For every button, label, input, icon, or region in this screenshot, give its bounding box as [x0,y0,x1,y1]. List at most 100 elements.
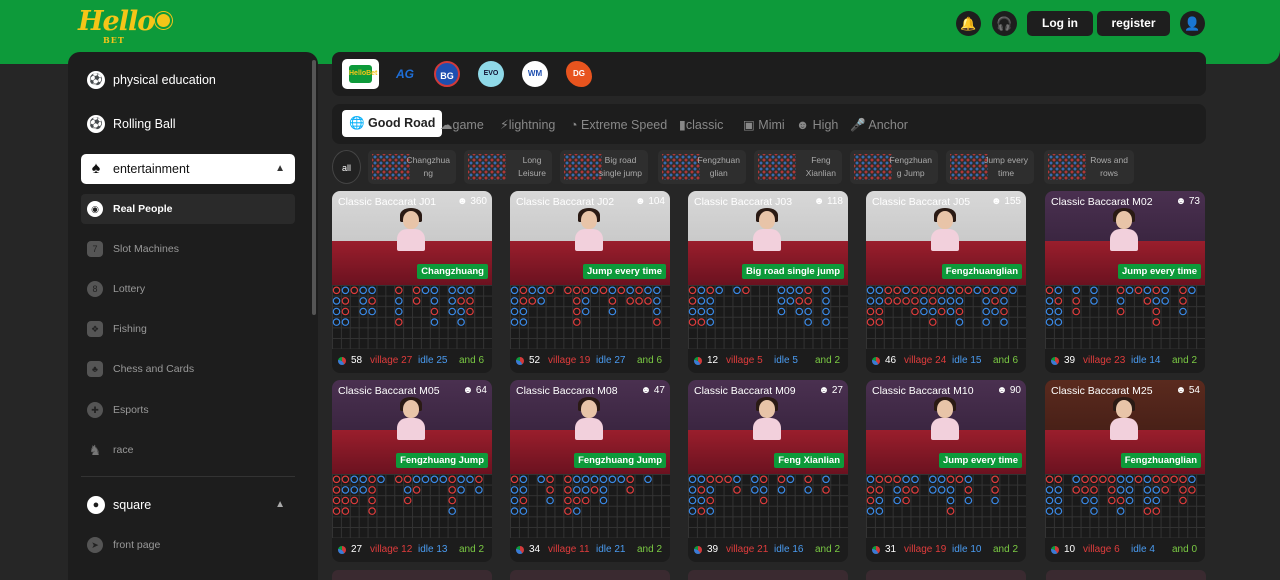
horse-icon: ♞ [88,442,102,458]
road-filter-big-road-single-jump[interactable]: Big road single jump [560,150,648,184]
live-video-thumbnail[interactable]: Classic Baccarat J02 ☻ 104 Jump every time [510,191,670,285]
village-count: village 21 [726,544,769,555]
login-button[interactable]: Log in [1027,11,1093,36]
road-filter-jump-every-time[interactable]: Jump every time [946,150,1034,184]
chevron-up-icon[interactable]: ▲ [275,490,285,520]
idle-count: idle 16 [774,544,804,555]
road-mark [581,297,590,305]
provider-ag-logo[interactable]: AG [392,61,418,87]
live-video-thumbnail[interactable]: Classic Baccarat M09 ☻ 27 Feng Xianlian [688,380,848,474]
road-mark [377,475,385,484]
camera-icon: ▣ [743,118,759,132]
game-table-card[interactable]: Classic Baccarat J01 ☻ 360 Changzhuang 58 vi… [332,191,492,373]
chevron-up-icon[interactable]: ▲ [275,154,285,184]
live-video-thumbnail[interactable]: Classic Baccarat J03 ☻ 118 Big road single… [688,191,848,285]
avatar-icon[interactable]: 👤 [1180,11,1205,36]
dealer-figure [572,208,606,251]
live-video-thumbnail[interactable]: Classic Baccarat M25 ☻ 54 Fengzhuanglian [1045,380,1205,474]
road-mark [706,475,715,484]
tab-game[interactable]: ☁game [440,113,484,137]
game-table-card[interactable]: Classic Baccarat M08 ☻ 47 Fengzhuang Jump 3… [510,380,670,562]
provider-wm-logo[interactable]: WM [522,61,548,87]
game-table-card[interactable]: Classic Baccarat M09 ☻ 27 Feng Xianlian 39 v… [688,380,848,562]
road-filter-feng-xianlian[interactable]: Feng Xianlian [754,150,842,184]
tab-mimi[interactable]: ▣ Mimi [743,113,785,137]
sidebar-item-race[interactable]: ♞ race [81,435,295,465]
tab-anchor[interactable]: 🎤 Anchor [850,113,908,137]
tab-good-road[interactable]: 🌐 Good Road [342,110,443,137]
sidebar-item-chess-and-cards[interactable]: ♣ Chess and Cards [81,354,295,384]
sidebar-scrollbar[interactable] [312,60,316,315]
sidebar-divider [81,476,295,477]
game-table-card[interactable]: Classic Baccarat M05 ☻ 64 Fengzhuang Jump 2… [332,380,492,562]
road-mark [1045,307,1054,316]
game-table-card[interactable]: Classic Baccarat M02 ☻ 73 Jump every time 3… [1045,191,1205,373]
game-table-card[interactable]: Classic Baccarat J02 ☻ 104 Jump every time… [510,191,670,373]
sidebar-item-esports[interactable]: ✚ Esports [81,395,295,425]
live-video-thumbnail[interactable]: Classic Baccarat M08 ☻ 47 Fengzhuang Jump [510,380,670,474]
live-video-thumbnail[interactable]: Classic Baccarat M02 ☻ 73 Jump every time [1045,191,1205,285]
provider-evo-logo[interactable]: EVO [478,61,504,87]
online-count: ☻ 90 [996,385,1021,396]
sidebar-item-front-page[interactable]: ➤ front page [81,530,295,560]
road-mark [564,486,572,494]
game-table-card[interactable]: Classic Baccarat J03 ☻ 118 Big road single… [688,191,848,373]
road-mark [581,496,590,505]
tab-extreme-speed[interactable]: ◔ Extreme Speed [570,113,667,137]
live-video-thumbnail[interactable]: Classic Baccarat J01 ☻ 360 Changzhuang [332,191,492,285]
road-filter-all[interactable]: all [332,150,361,184]
sidebar-item-rolling-ball[interactable]: ⚽ Rolling Ball [81,109,295,139]
provider-hellobet-logo[interactable]: HelloBet [342,59,379,89]
sidebar-item-fishing[interactable]: ❖ Fishing [81,314,295,344]
road-pattern-icon [468,154,506,180]
road-mark [759,496,768,505]
road-filter-rows-and-rows[interactable]: Rows and rows [1044,150,1134,184]
road-mark [617,475,626,484]
hellobet-logo[interactable]: Hello BET [78,6,173,45]
road-mark [395,286,403,295]
tab-high[interactable]: ☻ High [796,113,838,137]
road-filter-fengzhuang-jump[interactable]: Fengzhuan g Jump [850,150,938,184]
live-video-thumbnail[interactable]: Classic Baccarat J05 ☻ 155 Fengzhuanglian [866,191,1026,285]
road-mark [341,496,350,505]
next-row-peek [332,570,1206,580]
road-mark [884,286,893,295]
road-mark [706,286,715,295]
headset-icon[interactable]: 🎧 [992,11,1017,36]
live-video-thumbnail[interactable]: Classic Baccarat M05 ☻ 64 Fengzhuang Jump [332,380,492,474]
table-title: Classic Baccarat M02 [1051,196,1153,208]
sidebar-item-physical-education[interactable]: ⚽ physical education [81,65,295,95]
road-mark [875,307,884,316]
road-mark [777,307,786,316]
category-bar: 🌐 Good Road ☁game ⚡lightning ◔ Extreme S… [332,104,1206,144]
soccer-ball-icon: ⚽ [87,71,105,89]
provider-dg-logo[interactable]: DG [566,61,592,87]
road-type-badge: Jump every time [1118,264,1201,279]
road-mark [893,496,902,505]
sidebar-item-real-people[interactable]: ◉ Real People [81,194,295,224]
register-button[interactable]: register [1097,11,1170,36]
game-table-card[interactable]: Classic Baccarat M10 ☻ 90 Jump every time 3… [866,380,1026,562]
provider-bg-logo[interactable]: BG [434,61,460,87]
game-table-card[interactable]: Classic Baccarat M25 ☻ 54 Fengzhuanglian 10… [1045,380,1205,562]
road-mark [608,475,617,484]
tab-classic[interactable]: ▮classic [679,113,723,137]
sidebar-item-square[interactable]: ● square ▲ [81,490,295,520]
road-mark [350,286,359,295]
road-filter-fengzhuanglian[interactable]: Fengzhuan glian [658,150,746,184]
road-mark [599,286,608,295]
road-mark [510,486,519,494]
road-mark [403,486,412,494]
road-mark [804,475,813,484]
dealer-figure [1107,208,1141,251]
live-video-thumbnail[interactable]: Classic Baccarat M10 ☻ 90 Jump every time [866,380,1026,474]
bell-icon[interactable]: 🔔 [956,11,981,36]
road-filter-changzhuang[interactable]: Changzhua ng [368,150,456,184]
sidebar-item-lottery[interactable]: 8 Lottery [81,274,295,304]
road-mark [937,475,946,484]
road-filter-long-leisure[interactable]: Long Leisure [464,150,552,184]
game-table-card[interactable]: Classic Baccarat J05 ☻ 155 Fengzhuanglian 4… [866,191,1026,373]
sidebar-item-entertainment[interactable]: ♠ entertainment ▲ [81,154,295,184]
tab-lightning[interactable]: ⚡lightning [500,113,555,137]
sidebar-item-slot-machines[interactable]: 7 Slot Machines [81,234,295,264]
